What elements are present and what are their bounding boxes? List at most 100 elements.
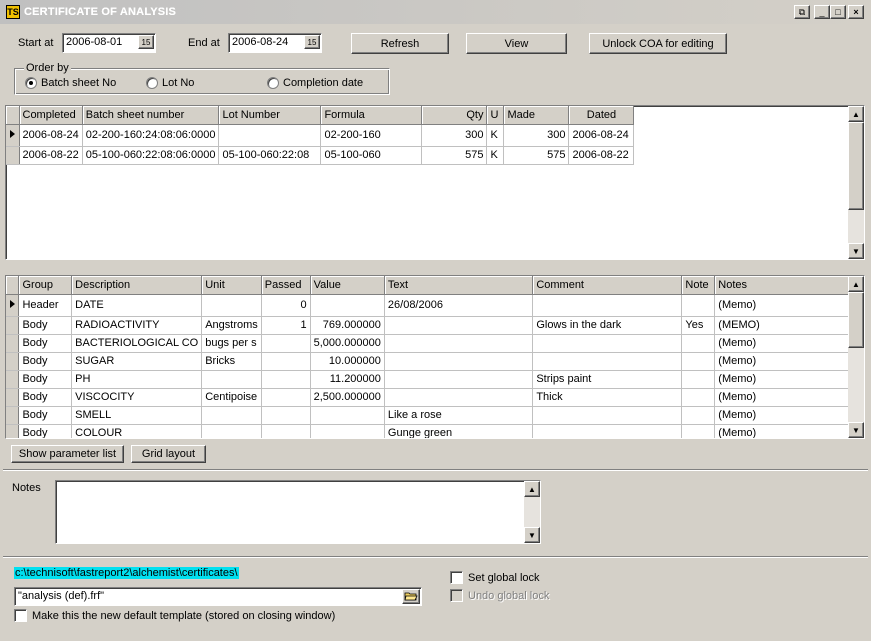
cell-passed[interactable] [261, 388, 311, 407]
cell-unit[interactable]: K [486, 146, 505, 165]
view-button[interactable]: View [466, 33, 567, 54]
cell-note[interactable] [681, 406, 716, 425]
minimize-button[interactable]: _ [814, 5, 830, 19]
cell-text[interactable] [384, 352, 534, 371]
cell-made[interactable]: 575 [503, 146, 570, 165]
radio-batch-sheet[interactable] [25, 77, 37, 89]
batches-scrollbar[interactable]: ▲ ▼ [848, 106, 864, 259]
close-button[interactable]: × [848, 5, 864, 19]
cell-description[interactable]: SUGAR [71, 352, 203, 371]
cell-value[interactable]: 11.200000 [310, 370, 385, 389]
cell-unit[interactable]: Bricks [201, 352, 262, 371]
scroll-down-icon[interactable]: ▼ [848, 243, 864, 259]
col-note[interactable]: Note [681, 276, 716, 295]
cell-text[interactable] [384, 388, 534, 407]
table-row[interactable]: Header DATE 0 26/08/2006 (Memo) [6, 294, 864, 317]
cell-unit[interactable] [201, 424, 262, 438]
end-date-field[interactable]: 2006-08-24 15 [228, 33, 322, 53]
unlock-coa-button[interactable]: Unlock COA for editing [589, 33, 727, 54]
cell-comment[interactable] [532, 334, 683, 353]
scroll-up-icon[interactable]: ▲ [848, 276, 864, 292]
cell-notes[interactable]: (Memo) [714, 352, 864, 371]
table-row[interactable]: 2006-08-22 05-100-060:22:08:06:0000 05-1… [6, 146, 635, 165]
col-passed[interactable]: Passed [261, 276, 311, 295]
cell-group[interactable]: Body [18, 334, 73, 353]
col-completed[interactable]: Completed [19, 106, 83, 125]
order-option-lot[interactable]: Lot No [146, 77, 194, 89]
scroll-thumb[interactable] [848, 292, 864, 348]
cell-unit[interactable]: Angstroms [201, 316, 262, 335]
cell-note[interactable] [681, 294, 716, 317]
cell-notes[interactable]: (Memo) [714, 406, 864, 425]
cell-unit[interactable] [201, 294, 262, 317]
end-calendar-icon[interactable]: 15 [304, 35, 320, 49]
cell-comment[interactable] [532, 352, 683, 371]
table-row[interactable]: Body SUGAR Bricks 10.000000 (Memo) [6, 352, 864, 371]
cell-lot-number[interactable] [218, 124, 322, 147]
cell-description[interactable]: RADIOACTIVITY [71, 316, 203, 335]
cell-passed[interactable] [261, 334, 311, 353]
set-global-lock-option[interactable]: Set global lock [450, 571, 540, 584]
cell-notes[interactable]: (Memo) [714, 424, 864, 438]
scroll-thumb[interactable] [848, 122, 864, 210]
cell-value[interactable]: 769.000000 [310, 316, 385, 335]
cell-text[interactable]: Like a rose [384, 406, 534, 425]
refresh-button[interactable]: Refresh [351, 33, 449, 54]
cell-group[interactable]: Body [18, 352, 73, 371]
cell-description[interactable]: PH [71, 370, 203, 389]
col-group[interactable]: Group [18, 276, 73, 295]
show-parameter-list-button[interactable]: Show parameter list [11, 445, 124, 463]
cell-text[interactable]: 26/08/2006 [384, 294, 534, 317]
scroll-down-icon[interactable]: ▼ [848, 422, 864, 438]
cell-completed[interactable]: 2006-08-24 [19, 124, 83, 147]
col-comment[interactable]: Comment [532, 276, 683, 295]
cell-comment[interactable] [532, 294, 683, 317]
parameters-grid[interactable]: Group Description Unit Passed Value Text… [5, 275, 865, 439]
cell-comment[interactable]: Thick [532, 388, 683, 407]
cell-notes[interactable]: (Memo) [714, 370, 864, 389]
table-row[interactable]: Body SMELL Like a rose (Memo) [6, 406, 864, 425]
cell-description[interactable]: COLOUR [71, 424, 203, 438]
cell-description[interactable]: DATE [71, 294, 203, 317]
cell-value[interactable]: 5,000.000000 [310, 334, 385, 353]
cell-note[interactable] [681, 352, 716, 371]
table-row[interactable]: 2006-08-24 02-200-160:24:08:06:0000 02-2… [6, 124, 635, 147]
default-template-option[interactable]: Make this the new default template (stor… [14, 609, 335, 622]
cell-passed[interactable]: 0 [261, 294, 311, 317]
cell-passed[interactable] [261, 352, 311, 371]
cell-comment[interactable] [532, 424, 683, 438]
order-option-completion[interactable]: Completion date [267, 77, 363, 89]
cell-value[interactable] [310, 294, 385, 317]
col-text[interactable]: Text [384, 276, 534, 295]
cell-passed[interactable] [261, 424, 311, 438]
cell-passed[interactable] [261, 370, 311, 389]
cell-dated[interactable]: 2006-08-22 [568, 146, 635, 165]
cell-value[interactable]: 10.000000 [310, 352, 385, 371]
undo-global-lock-checkbox[interactable] [450, 589, 463, 602]
cell-completed[interactable]: 2006-08-22 [19, 146, 83, 165]
start-date-field[interactable]: 2006-08-01 15 [62, 33, 156, 53]
table-row[interactable]: Body VISCOCITY Centipoise 2,500.000000 T… [6, 388, 864, 407]
cell-value[interactable] [310, 406, 385, 425]
cell-qty[interactable]: 300 [421, 124, 488, 147]
cell-comment[interactable]: Glows in the dark [532, 316, 683, 335]
col-made[interactable]: Made [503, 106, 570, 125]
parameters-scrollbar[interactable]: ▲ ▼ [848, 276, 864, 438]
cell-notes[interactable]: (Memo) [714, 388, 864, 407]
col-param-unit[interactable]: Unit [201, 276, 262, 295]
table-row[interactable]: Body PH 11.200000 Strips paint (Memo) [6, 370, 864, 389]
cell-note[interactable]: Yes [681, 316, 716, 335]
cell-lot-number[interactable]: 05-100-060:22:08 [218, 146, 322, 165]
cell-text[interactable] [384, 316, 534, 335]
set-global-lock-checkbox[interactable] [450, 571, 463, 584]
order-option-batch[interactable]: Batch sheet No [25, 77, 116, 89]
scroll-down-icon[interactable]: ▼ [524, 527, 540, 543]
cell-group[interactable]: Body [18, 406, 73, 425]
cell-value[interactable]: 2,500.000000 [310, 388, 385, 407]
cell-passed[interactable]: 1 [261, 316, 311, 335]
cell-group[interactable]: Body [18, 424, 73, 438]
cell-made[interactable]: 300 [503, 124, 570, 147]
radio-lot-no[interactable] [146, 77, 158, 89]
cell-notes[interactable]: (MEMO) [714, 316, 864, 335]
maximize-button[interactable]: □ [830, 5, 846, 19]
